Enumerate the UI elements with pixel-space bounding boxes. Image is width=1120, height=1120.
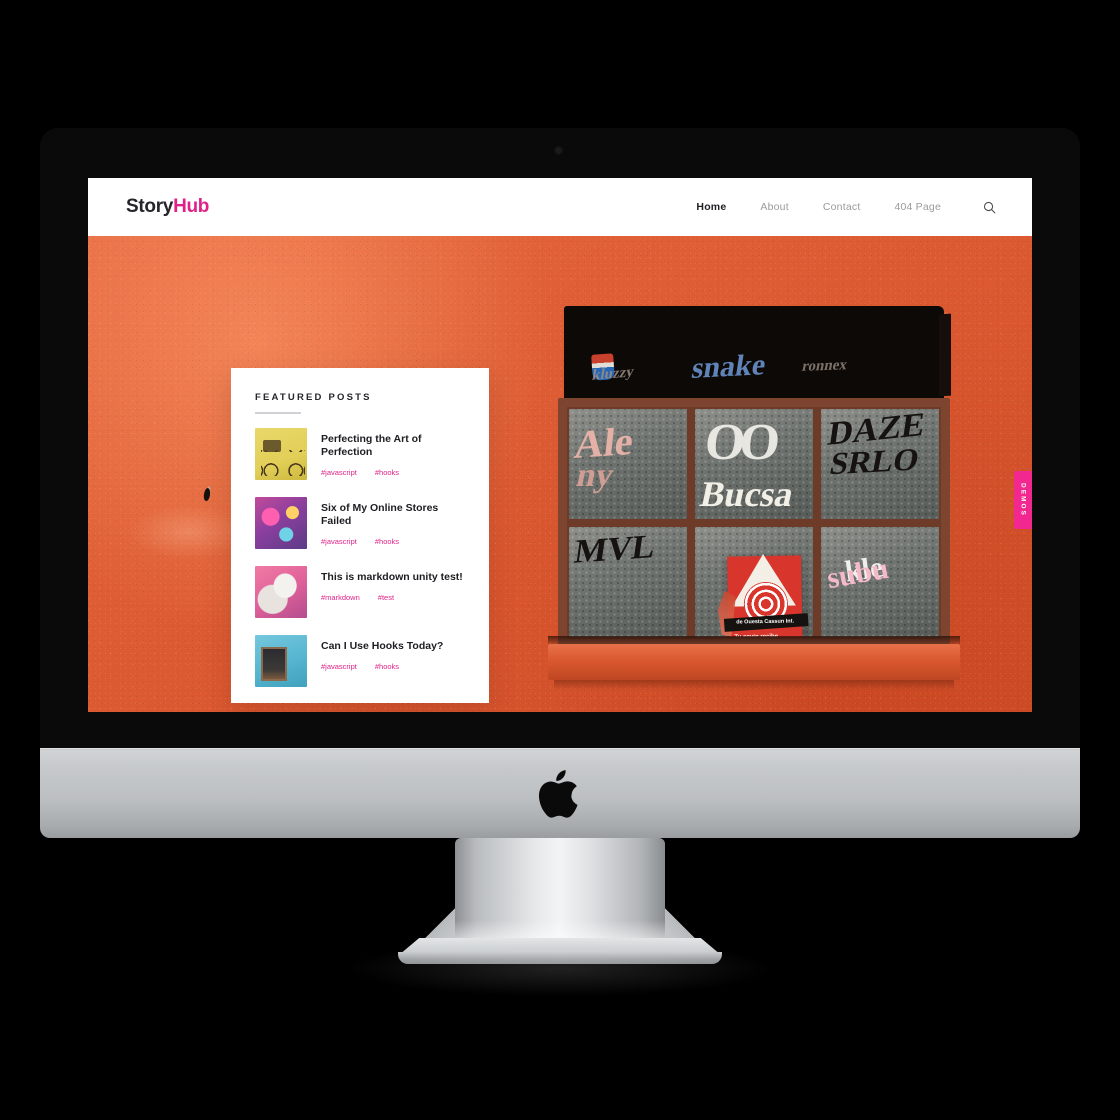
featured-posts-heading: Featured Posts	[255, 392, 372, 403]
window-pane-4: MVL	[569, 527, 687, 637]
imac-mockup-scene: StoryHub Home About Contact 404 Page klu…	[0, 0, 1120, 1120]
window-lintel: kluzzy snake ronnex	[564, 306, 944, 404]
demos-side-tab[interactable]: DEMOS	[1014, 471, 1032, 529]
window-pane-3: DAZE SRLO	[821, 409, 939, 519]
featured-posts-header: Featured Posts	[231, 368, 489, 414]
post-tag[interactable]: #javascript	[321, 662, 357, 671]
post-thumbnail-blue-wall[interactable]	[255, 634, 307, 687]
nav-item-contact[interactable]: Contact	[823, 201, 861, 213]
graffiti-tag-right: ronnex	[800, 357, 849, 375]
post-meta: Six of My Online Stores Failed #javascri…	[321, 497, 469, 546]
list-item[interactable]: This is markdown unity test! #markdown #…	[255, 565, 469, 618]
post-thumbnail-graffiti[interactable]	[255, 496, 307, 549]
list-item[interactable]: Can I Use Hooks Today? #javascript #hook…	[255, 634, 469, 687]
post-tag[interactable]: #markdown	[321, 593, 360, 602]
wall-smudge	[128, 504, 248, 560]
graffiti-tag-left: kluzzy	[590, 364, 635, 384]
post-tag-list: #javascript #hooks	[321, 468, 469, 477]
post-meta: Perfecting the Art of Perfection #javasc…	[321, 428, 469, 477]
graffiti-pane-2a: OO	[702, 414, 777, 471]
graffiti-pane-4a: MVL	[571, 528, 658, 571]
monitor-stand-foot	[398, 952, 722, 964]
post-title[interactable]: Can I Use Hooks Today?	[321, 640, 443, 653]
post-tag[interactable]: #hooks	[375, 468, 399, 477]
webcam-icon	[554, 146, 563, 155]
graffiti-pane-2b: Bucsa	[696, 474, 798, 514]
apple-logo	[536, 768, 584, 820]
site-header: StoryHub Home About Contact 404 Page	[88, 178, 1032, 236]
graffiti-pane-6b: subu	[824, 551, 892, 596]
graffiti-pane-3b: SRLO	[827, 440, 923, 482]
nav-item-home[interactable]: Home	[696, 201, 726, 213]
list-item[interactable]: Perfecting the Art of Perfection #javasc…	[255, 427, 469, 480]
featured-posts-list: Perfecting the Art of Perfection #javasc…	[231, 414, 489, 687]
post-title[interactable]: This is markdown unity test!	[321, 571, 463, 584]
post-tag[interactable]: #javascript	[321, 537, 357, 546]
poster-line-1: de Ouesta Cassun Int.	[736, 618, 795, 626]
main-navigation: Home About Contact 404 Page	[696, 201, 996, 214]
post-thumbnail-bicycle[interactable]	[255, 427, 307, 480]
graffiti-window: kluzzy snake ronnex Ale ny OO Bucsa DAZE	[548, 306, 960, 706]
screen-viewport: StoryHub Home About Contact 404 Page klu…	[88, 178, 1032, 712]
search-icon[interactable]	[983, 201, 996, 214]
list-item[interactable]: Six of My Online Stores Failed #javascri…	[255, 496, 469, 549]
window-pane-5: de Ouesta Cassun Int. Tu envio recibe at…	[695, 527, 813, 637]
window-pane-2: OO Bucsa	[695, 409, 813, 519]
chin-highlight	[40, 748, 1080, 750]
post-title[interactable]: Perfecting the Art of Perfection	[321, 433, 469, 459]
window-pane-1: Ale ny	[569, 409, 687, 519]
window-pane-grid: Ale ny OO Bucsa DAZE SRLO MVL de Ouesta …	[558, 398, 950, 648]
post-meta: Can I Use Hooks Today? #javascript #hook…	[321, 635, 443, 671]
nav-item-about[interactable]: About	[760, 201, 788, 213]
hero-section: kluzzy snake ronnex Ale ny OO Bucsa DAZE	[88, 236, 1032, 712]
window-sill	[548, 644, 960, 680]
logo-text-accent: Hub	[173, 196, 210, 217]
post-tag[interactable]: #test	[378, 593, 394, 602]
post-tag-list: #javascript #hooks	[321, 537, 469, 546]
site-logo[interactable]: StoryHub	[126, 196, 209, 218]
post-tag-list: #javascript #hooks	[321, 662, 443, 671]
red-advertising-poster: de Ouesta Cassun Int. Tu envio recibe at…	[727, 554, 809, 637]
window-sill-underside	[554, 680, 954, 690]
graffiti-pane-1b: ny	[573, 457, 617, 494]
post-thumbnail-hand-sculpture[interactable]	[255, 565, 307, 618]
nav-item-404-page[interactable]: 404 Page	[894, 201, 941, 213]
post-title[interactable]: Six of My Online Stores Failed	[321, 502, 469, 528]
featured-posts-card: Featured Posts Perfecting the Art of Per…	[231, 368, 489, 703]
demos-side-tab-label: DEMOS	[1019, 483, 1027, 517]
wall-nail-hole	[203, 487, 211, 502]
post-tag[interactable]: #hooks	[375, 662, 399, 671]
graffiti-tag-snake: snake	[689, 347, 769, 386]
logo-text-primary: Story	[126, 196, 174, 217]
post-tag-list: #markdown #test	[321, 593, 463, 602]
post-tag[interactable]: #hooks	[375, 537, 399, 546]
window-pane-6: kle subu	[821, 527, 939, 637]
post-meta: This is markdown unity test! #markdown #…	[321, 566, 463, 602]
post-tag[interactable]: #javascript	[321, 468, 357, 477]
